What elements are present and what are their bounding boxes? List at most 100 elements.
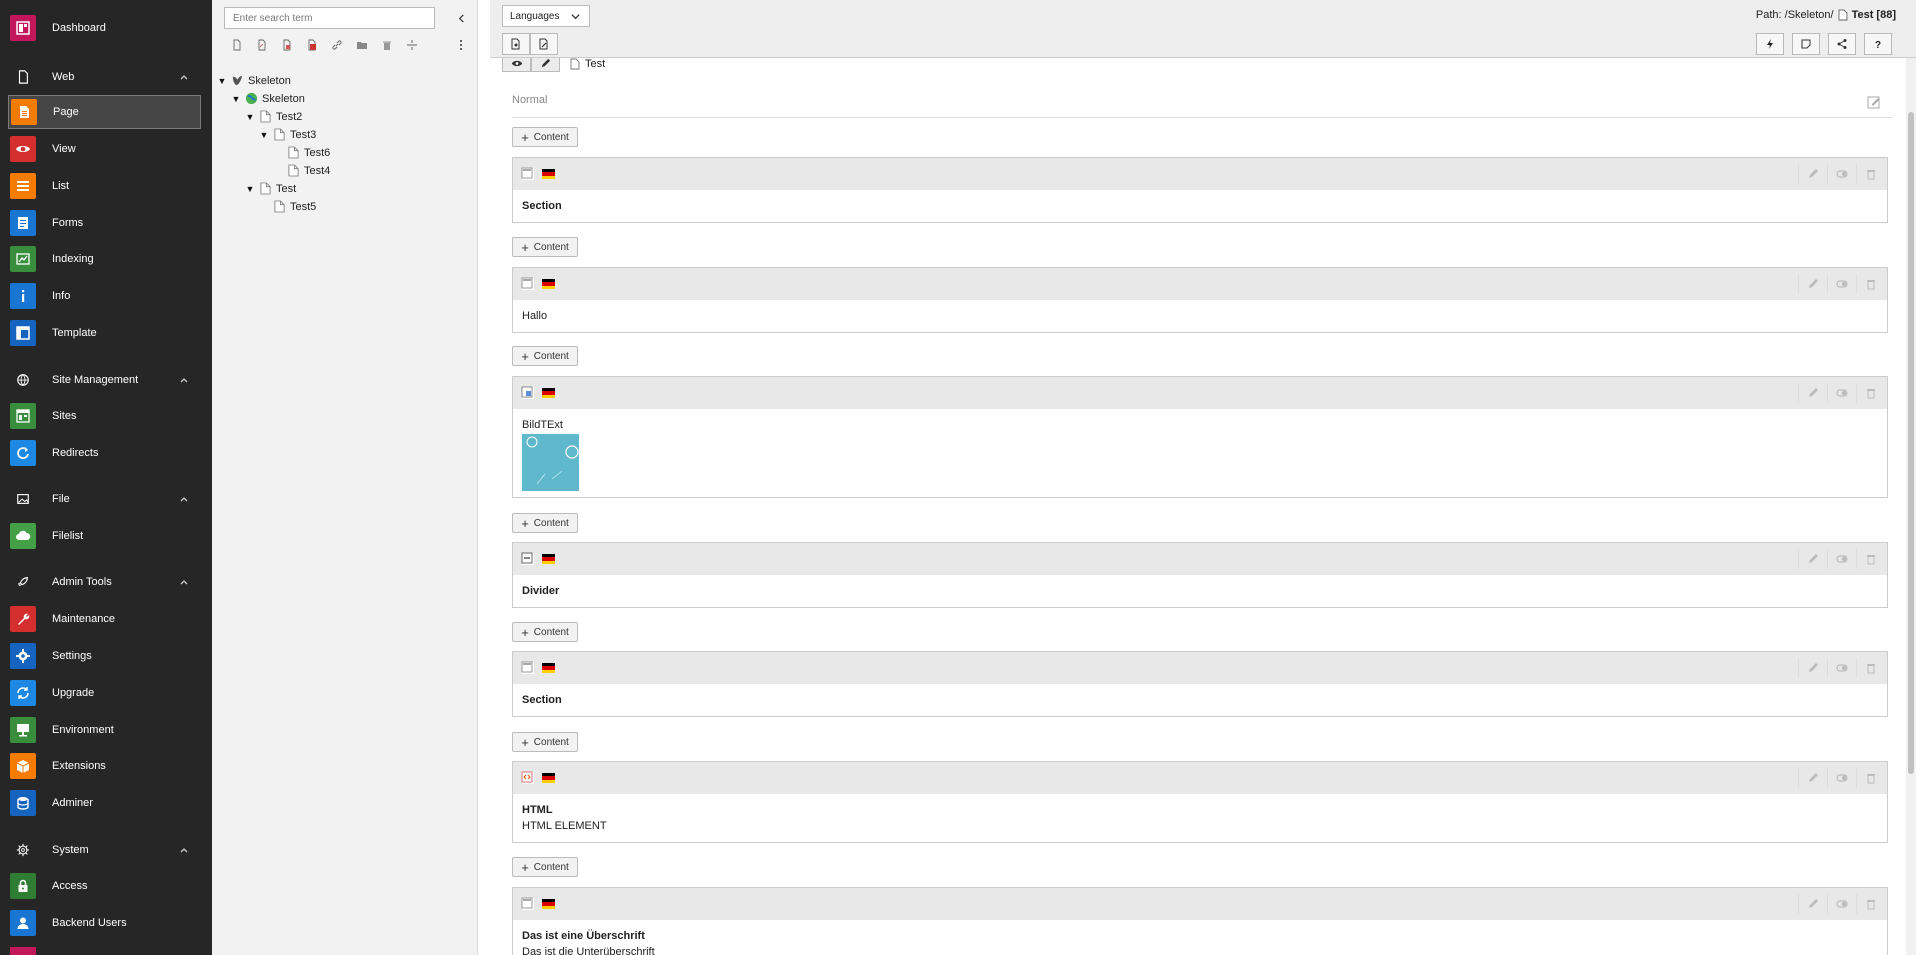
tree-node[interactable]: ▼ Test3	[258, 126, 317, 143]
add-content-button[interactable]: + Content	[512, 622, 578, 642]
content-element-image[interactable]	[522, 434, 579, 491]
edit-element-button[interactable]	[1798, 894, 1827, 914]
module-backend-users[interactable]: Backend Users	[8, 906, 201, 940]
new-spacer-button[interactable]	[399, 36, 424, 54]
module-page[interactable]: Page	[8, 95, 201, 129]
add-content-button[interactable]: + Content	[512, 857, 578, 877]
edit-column-icon[interactable]	[1866, 94, 1882, 110]
content-element[interactable]: Divider	[512, 542, 1888, 608]
module-filelist[interactable]: Filelist	[8, 519, 201, 553]
module-list[interactable]: List	[8, 169, 201, 203]
delete-element-button[interactable]	[1856, 274, 1885, 294]
new-external-link-button[interactable]	[324, 36, 349, 54]
content-element[interactable]: Section	[512, 157, 1888, 223]
tree-node[interactable]: ▼ Skeleton	[216, 72, 291, 89]
scrollbar[interactable]	[1906, 58, 1916, 955]
content-element[interactable]: HTML HTML ELEMENT	[512, 761, 1888, 843]
module-indexing[interactable]: Indexing	[8, 242, 201, 276]
toggle-visibility-button[interactable]	[1827, 274, 1856, 294]
tree-node[interactable]: ▼ Test2	[244, 108, 303, 125]
module-template[interactable]: Template	[8, 316, 201, 350]
tree-node[interactable]: Test6	[272, 144, 330, 161]
module-group-site-management[interactable]: Site Management	[8, 365, 201, 395]
module-environment[interactable]: Environment	[8, 713, 201, 747]
tree-search-input[interactable]	[224, 7, 435, 29]
edit-page-button[interactable]	[531, 58, 560, 72]
toggle-visibility-button[interactable]	[1827, 768, 1856, 788]
edit-element-button[interactable]	[1798, 164, 1827, 184]
content-type-icon[interactable]	[521, 771, 534, 784]
edit-page-properties-button[interactable]	[530, 33, 558, 55]
content-type-icon[interactable]	[521, 897, 534, 910]
module-info[interactable]: Info	[8, 279, 201, 313]
module-redirects[interactable]: Redirects	[8, 436, 201, 470]
content-element[interactable]: Section	[512, 651, 1888, 717]
delete-element-button[interactable]	[1856, 164, 1885, 184]
help-button[interactable]: ?	[1864, 33, 1892, 55]
edit-element-button[interactable]	[1798, 549, 1827, 569]
shortcut-button[interactable]	[1756, 33, 1784, 55]
edit-element-button[interactable]	[1798, 768, 1827, 788]
delete-element-button[interactable]	[1856, 383, 1885, 403]
delete-element-button[interactable]	[1856, 768, 1885, 788]
edit-element-button[interactable]	[1798, 274, 1827, 294]
content-element[interactable]: Das ist eine Überschrift Das ist die Unte…	[512, 887, 1888, 955]
toggle-visibility-button[interactable]	[1827, 658, 1856, 678]
add-content-button[interactable]: + Content	[512, 237, 578, 257]
module-extensions[interactable]: Extensions	[8, 749, 201, 783]
tree-node[interactable]: Test4	[272, 162, 330, 179]
new-recycler-button[interactable]	[374, 36, 399, 54]
module-maintenance[interactable]: Maintenance	[8, 602, 201, 636]
module-group-system[interactable]: System	[8, 835, 201, 865]
tree-node[interactable]: Test5	[258, 198, 316, 215]
edit-element-button[interactable]	[1798, 658, 1827, 678]
collapse-tree-button[interactable]	[452, 9, 470, 27]
module-group-web[interactable]: Web	[8, 62, 201, 92]
bookmark-button[interactable]	[1792, 33, 1820, 55]
share-button[interactable]	[1828, 33, 1856, 55]
module-settings[interactable]: Settings	[8, 639, 201, 673]
content-type-icon[interactable]	[521, 552, 534, 565]
module-sites[interactable]: Sites	[8, 399, 201, 433]
add-content-button[interactable]: + Content	[512, 127, 578, 147]
add-content-button[interactable]: + Content	[512, 513, 578, 533]
tree-toggle-icon[interactable]: ▼	[216, 76, 228, 86]
module-group-file[interactable]: File	[8, 484, 201, 514]
module-forms[interactable]: Forms	[8, 206, 201, 240]
new-mountpoint-button[interactable]	[299, 36, 324, 54]
content-element[interactable]: BildTExt	[512, 376, 1888, 498]
new-link-page-button[interactable]	[274, 36, 299, 54]
view-page-button[interactable]	[502, 33, 530, 55]
module-access[interactable]: Access	[8, 869, 201, 903]
new-folder-button[interactable]	[349, 36, 374, 54]
content-type-icon[interactable]	[521, 277, 534, 290]
content-element[interactable]: Hallo	[512, 267, 1888, 333]
new-page-button[interactable]	[224, 36, 249, 54]
tree-more-button[interactable]	[452, 36, 470, 54]
module-group-admin-tools[interactable]: Admin Tools	[8, 567, 201, 597]
tree-toggle-icon[interactable]: ▼	[244, 184, 256, 194]
new-shortcut-button[interactable]	[249, 36, 274, 54]
module-upgrade[interactable]: Upgrade	[8, 676, 201, 710]
content-type-icon[interactable]	[521, 167, 534, 180]
add-content-button[interactable]: + Content	[512, 732, 578, 752]
tree-toggle-icon[interactable]: ▼	[230, 94, 242, 104]
module-dashboard[interactable]: Dashboard	[8, 11, 201, 45]
language-select[interactable]: Languages	[502, 5, 590, 27]
module-adminer[interactable]: Adminer	[8, 786, 201, 820]
content-type-icon[interactable]	[521, 386, 534, 399]
preview-page-button[interactable]	[502, 58, 531, 72]
toggle-visibility-button[interactable]	[1827, 894, 1856, 914]
delete-element-button[interactable]	[1856, 549, 1885, 569]
path-current-page[interactable]: Test [88]	[1852, 9, 1896, 21]
delete-element-button[interactable]	[1856, 658, 1885, 678]
tree-node[interactable]: ▼ Skeleton	[230, 90, 305, 107]
tree-toggle-icon[interactable]: ▼	[258, 130, 270, 140]
edit-element-button[interactable]	[1798, 383, 1827, 403]
scrollbar-thumb[interactable]	[1908, 112, 1914, 774]
toggle-visibility-button[interactable]	[1827, 383, 1856, 403]
toggle-visibility-button[interactable]	[1827, 164, 1856, 184]
module-view[interactable]: View	[8, 132, 201, 166]
content-type-icon[interactable]	[521, 661, 534, 674]
tree-node[interactable]: ▼ Test	[244, 180, 297, 197]
